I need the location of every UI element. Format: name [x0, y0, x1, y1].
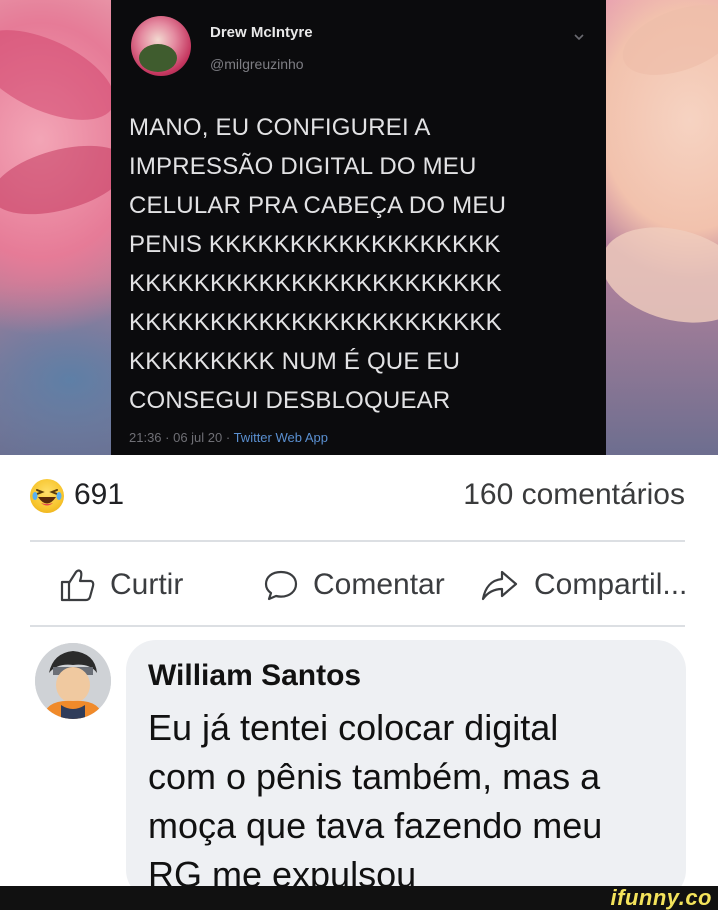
laughing-emoji-icon[interactable] [30, 479, 64, 513]
reaction-count[interactable]: 691 [74, 478, 124, 512]
like-label: Curtir [110, 568, 184, 601]
chevron-down-icon [574, 34, 584, 41]
speech-bubble-icon [264, 570, 298, 601]
comment-text: Eu já tentei colocar digital com o pênis… [148, 707, 603, 895]
share-label: Compartil... [534, 568, 688, 601]
divider [30, 540, 685, 542]
background-skin-decoration [613, 0, 718, 89]
divider [30, 625, 685, 627]
comment-author[interactable]: William Santos [148, 659, 361, 693]
tweet-author-name: Drew McIntyre [210, 24, 313, 41]
background-hair-decoration [0, 11, 128, 139]
tweet-timestamp: 21:36 · 06 jul 20 · [129, 430, 231, 445]
commenter-avatar[interactable] [35, 643, 111, 719]
background-skin-decoration [590, 212, 718, 338]
comment-label: Comentar [313, 568, 445, 601]
ifunny-watermark: ifunny.co [610, 885, 712, 910]
tweet-author-avatar [131, 16, 191, 76]
tweet-screenshot-image[interactable]: Drew McIntyre @milgreuzinho MANO, EU CON… [0, 0, 718, 455]
thumbs-up-icon [60, 569, 95, 602]
like-button[interactable]: Curtir [60, 560, 183, 610]
comment-button[interactable]: Comentar [263, 560, 445, 610]
tweet-card: Drew McIntyre @milgreuzinho MANO, EU CON… [111, 0, 606, 455]
share-button[interactable]: Compartil... [480, 560, 687, 610]
tweet-text: MANO, EU CONFIGUREI A IMPRESSÃO DIGITAL … [129, 114, 507, 414]
tweet-meta: 21:36 · 06 jul 20 · Twitter Web App [129, 430, 328, 445]
comments-count[interactable]: 160 comentários [463, 478, 685, 512]
tweet-author-handle: @milgreuzinho [210, 56, 304, 72]
tweet-source: Twitter Web App [233, 430, 328, 445]
share-arrow-icon [481, 570, 518, 601]
